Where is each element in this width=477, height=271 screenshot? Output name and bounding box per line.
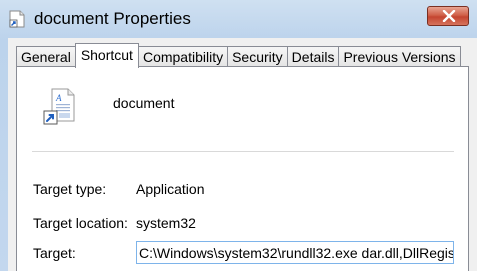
target-type-value: Application bbox=[136, 181, 205, 197]
svg-text:A: A bbox=[55, 93, 62, 103]
shortcut-file-icon bbox=[9, 10, 25, 28]
target-type-label: Target type: bbox=[33, 181, 107, 197]
title-bar[interactable]: document Properties bbox=[0, 0, 477, 38]
shortcut-tab-panel: A document Target type: Application Targ… bbox=[16, 66, 469, 271]
window-title: document Properties bbox=[34, 9, 191, 28]
tab-security[interactable]: Security bbox=[227, 46, 287, 68]
tab-previous-versions[interactable]: Previous Versions bbox=[338, 46, 461, 68]
tab-shortcut[interactable]: Shortcut bbox=[74, 43, 139, 68]
tab-strip: General Shortcut Compatibility Security … bbox=[16, 43, 461, 68]
document-shortcut-icon: A bbox=[42, 87, 78, 127]
divider bbox=[32, 151, 454, 152]
dialog-client-area: General Shortcut Compatibility Security … bbox=[8, 38, 477, 271]
shortcut-name: document bbox=[113, 95, 175, 111]
target-location-label: Target location: bbox=[33, 215, 128, 231]
target-location-value: system32 bbox=[136, 215, 196, 231]
close-icon bbox=[442, 10, 456, 22]
properties-window: document Properties General Shortcut Com… bbox=[0, 0, 477, 271]
target-label: Target: bbox=[33, 245, 76, 261]
tab-details[interactable]: Details bbox=[286, 46, 339, 68]
target-input[interactable] bbox=[136, 241, 454, 264]
tab-compatibility[interactable]: Compatibility bbox=[137, 46, 228, 68]
tab-general[interactable]: General bbox=[16, 46, 75, 68]
close-button[interactable] bbox=[427, 6, 469, 26]
